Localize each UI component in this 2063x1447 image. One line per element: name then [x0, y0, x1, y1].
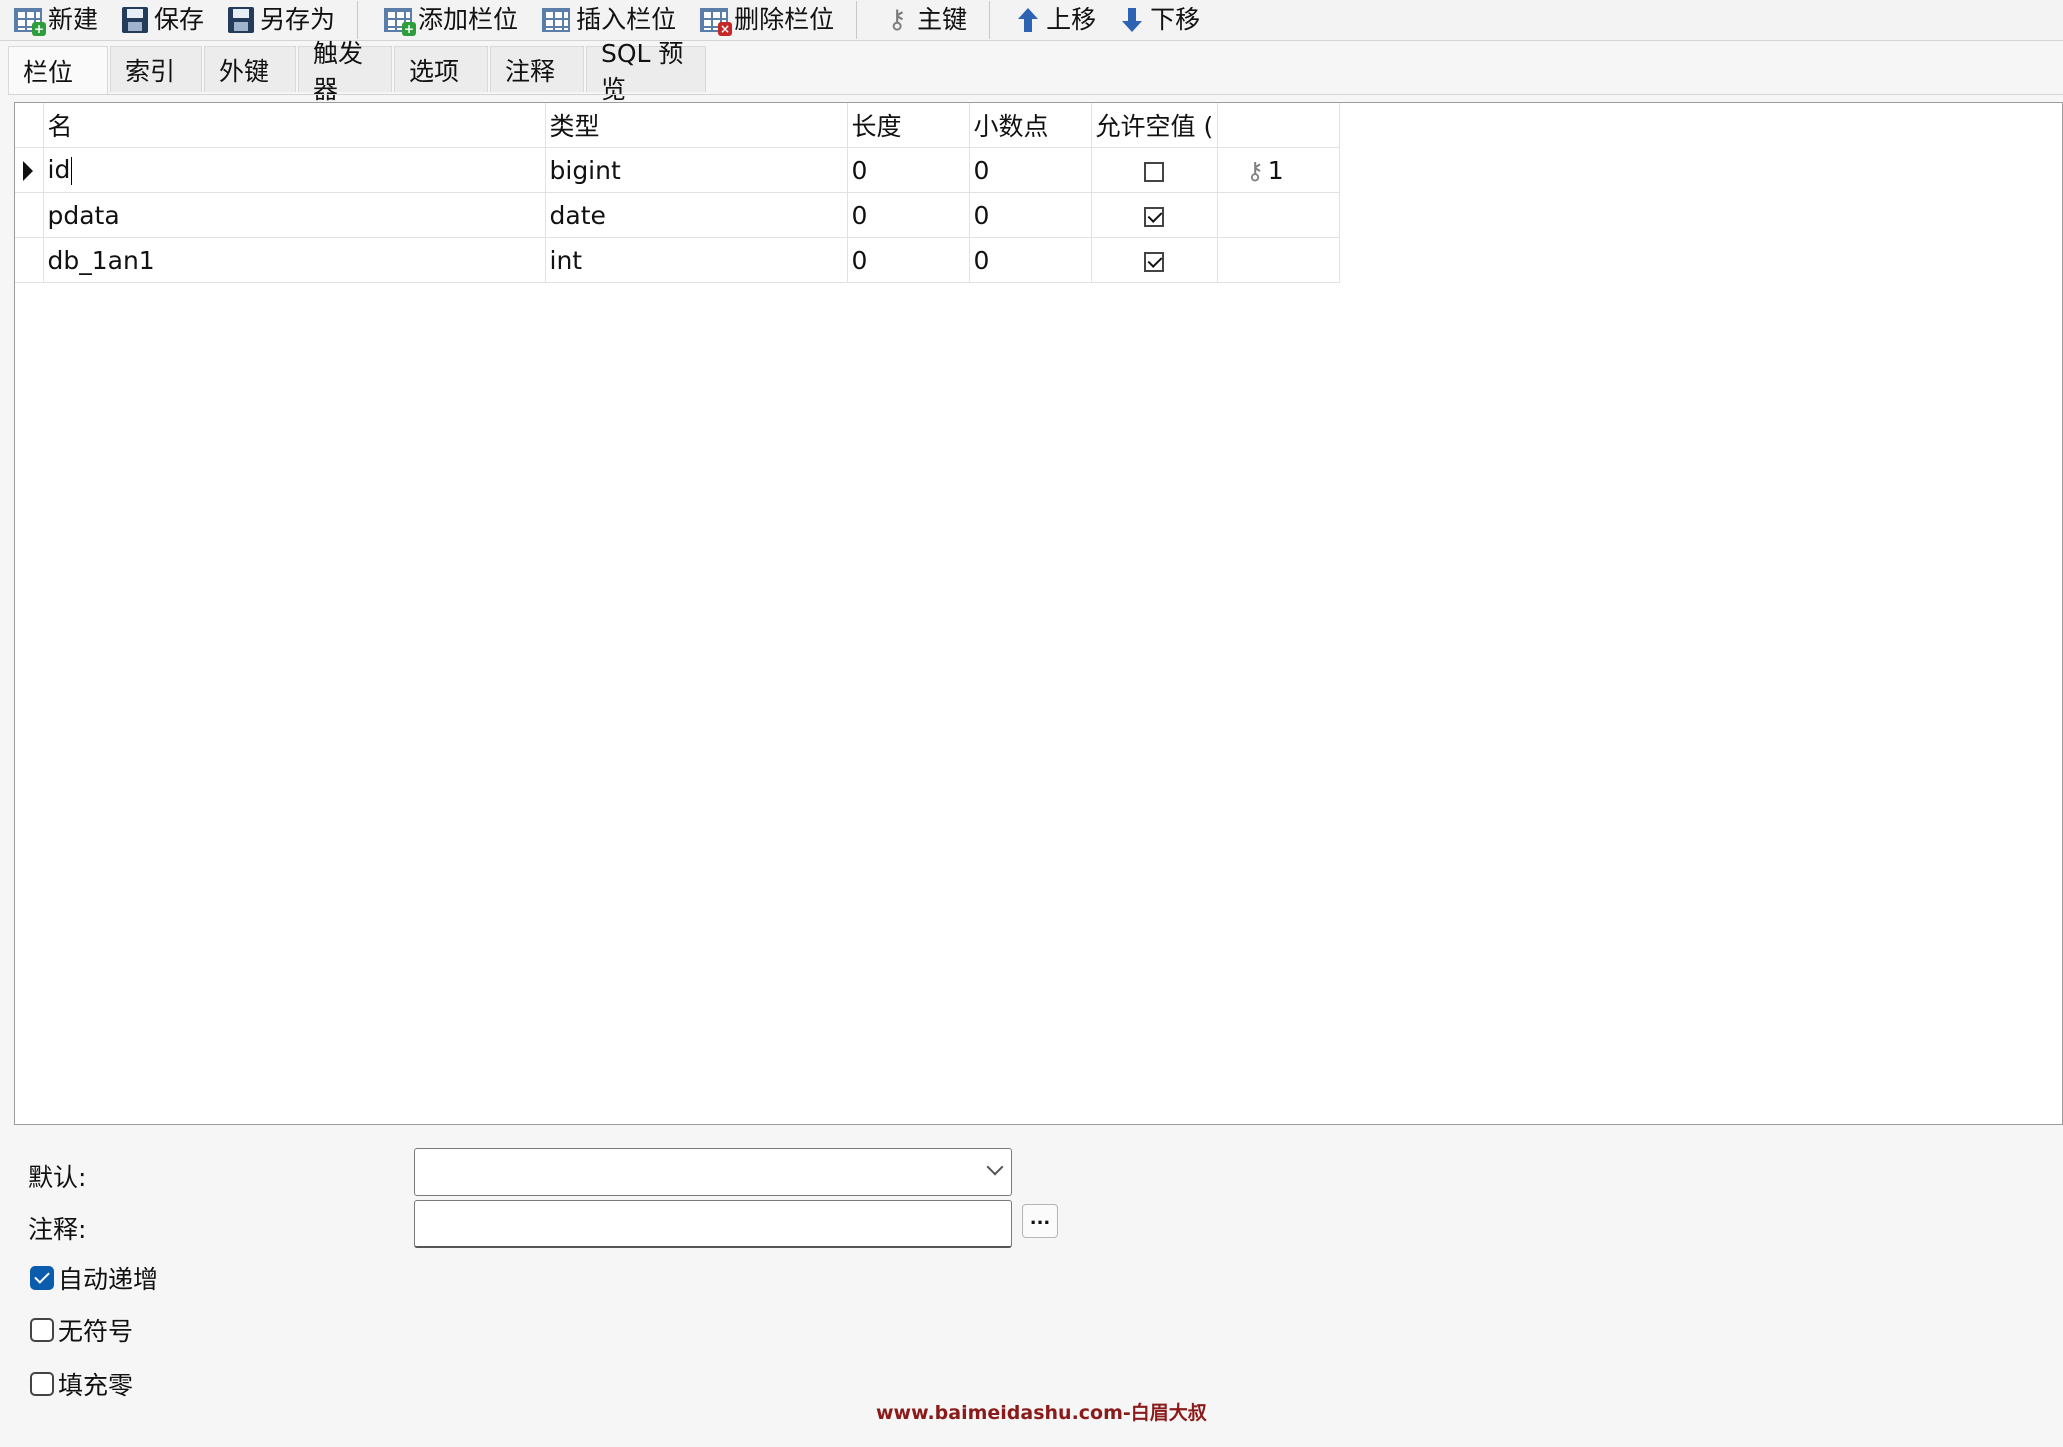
column-header-length[interactable]: 长度 [847, 103, 970, 148]
auto-increment-option[interactable]: 自动递增 [30, 1260, 158, 1296]
primary-key-icon: ⚷ [1246, 156, 1264, 185]
default-combobox[interactable] [414, 1148, 1012, 1196]
nullable-checkbox[interactable] [1144, 251, 1165, 272]
field-key-cell[interactable] [1217, 192, 1341, 238]
nullable-checkbox[interactable] [1144, 206, 1165, 227]
key-icon: ⚷ [887, 5, 907, 35]
move-down-label: 下移 [1150, 5, 1201, 34]
fields-table: 名 类型 长度 小数点 允许空值 ( id bigint 0 0 ⚷ 1 pdat… [15, 103, 1341, 283]
table-row[interactable]: pdata date 0 0 [15, 192, 1341, 238]
field-type-cell[interactable]: int [545, 237, 848, 283]
watermark-text: www.baimeidashu.com-白眉大叔 [876, 1402, 1207, 1424]
field-name-cell[interactable]: pdata [43, 192, 546, 238]
comment-label: 注释: [28, 1215, 87, 1244]
field-type-cell[interactable]: bigint [545, 147, 848, 193]
tab-divider [8, 94, 2063, 95]
insert-field-label: 插入栏位 [576, 5, 677, 34]
tab-foreign-keys[interactable]: 外键 [204, 46, 296, 92]
field-name-cell[interactable]: id [43, 147, 546, 193]
field-type-cell[interactable]: date [545, 192, 848, 238]
field-decimals-cell[interactable]: 0 [969, 192, 1092, 238]
tab-triggers[interactable]: 触发器 [298, 39, 392, 104]
table-row[interactable]: db_1an1 int 0 0 [15, 237, 1341, 283]
delete-field-button[interactable]: × 删除栏位 [686, 0, 844, 40]
primary-key-order: 1 [1267, 155, 1284, 185]
primary-key-button[interactable]: ⚷ 主键 [869, 0, 977, 40]
delete-field-label: 删除栏位 [734, 5, 835, 34]
new-button[interactable]: + 新建 [0, 0, 108, 40]
field-nullable-cell [1091, 237, 1219, 283]
arrow-up-icon [1018, 8, 1039, 32]
tab-fields[interactable]: 栏位 [8, 46, 108, 95]
auto-increment-checkbox[interactable] [30, 1266, 54, 1290]
move-up-button[interactable]: 上移 [1002, 0, 1106, 40]
tab-bar: 栏位 索引 外键 触发器 选项 注释 SQL 预览 [8, 39, 708, 104]
comment-input[interactable] [414, 1200, 1012, 1248]
zerofill-option[interactable]: 填充零 [30, 1366, 133, 1402]
field-decimals-cell[interactable]: 0 [969, 147, 1092, 193]
field-length-cell[interactable]: 0 [847, 147, 970, 193]
tab-options[interactable]: 选项 [394, 46, 488, 92]
field-key-cell[interactable] [1217, 237, 1341, 283]
save-icon [122, 7, 149, 33]
save-label: 保存 [154, 5, 205, 34]
add-field-label: 添加栏位 [418, 5, 519, 34]
toolbar-divider [856, 1, 858, 39]
field-nullable-cell [1091, 192, 1219, 238]
zerofill-label: 填充零 [58, 1371, 134, 1400]
auto-increment-label: 自动递增 [58, 1265, 159, 1294]
field-length-cell[interactable]: 0 [847, 192, 970, 238]
text-cursor [71, 157, 73, 185]
column-header-nullable[interactable]: 允许空值 ( [1091, 103, 1219, 148]
column-header-decimals[interactable]: 小数点 [969, 103, 1092, 148]
header-row: 名 类型 长度 小数点 允许空值 ( [15, 103, 1341, 148]
tab-indexes[interactable]: 索引 [110, 46, 202, 92]
table-row[interactable]: id bigint 0 0 ⚷ 1 [15, 147, 1341, 193]
field-decimals-cell[interactable]: 0 [969, 237, 1092, 283]
field-name: id [47, 155, 71, 184]
field-key-cell[interactable]: ⚷ 1 [1217, 147, 1341, 193]
field-length-cell[interactable]: 0 [847, 237, 970, 283]
comment-ellipsis-button[interactable]: ... [1022, 1204, 1058, 1238]
save-button[interactable]: 保存 [108, 0, 214, 40]
fields-grid: 名 类型 长度 小数点 允许空值 ( id bigint 0 0 ⚷ 1 pdat… [14, 102, 2063, 1125]
unsigned-label: 无符号 [58, 1317, 134, 1346]
row-selector[interactable] [15, 192, 44, 238]
column-header-name[interactable]: 名 [43, 103, 546, 148]
delete-field-icon: × [700, 8, 733, 36]
arrow-down-icon [1122, 8, 1143, 32]
toolbar: + 新建 保存 另存为 + 添加栏位 插入栏位 × 删除栏位 ⚷ 主键 上移 下… [0, 0, 2063, 41]
field-properties: 默认: 注释: ... 自动递增 无符号 填充零 [28, 1140, 1328, 1440]
row-selector-header [15, 103, 44, 148]
toolbar-divider [989, 1, 991, 39]
add-field-icon: + [384, 8, 417, 36]
field-name-cell[interactable]: db_1an1 [43, 237, 546, 283]
row-selector[interactable] [15, 237, 44, 283]
unsigned-checkbox[interactable] [30, 1318, 54, 1342]
nullable-checkbox[interactable] [1144, 161, 1165, 182]
chevron-down-icon [986, 1158, 1004, 1176]
unsigned-option[interactable]: 无符号 [30, 1312, 133, 1348]
zerofill-checkbox[interactable] [30, 1372, 54, 1396]
save-as-icon [228, 7, 255, 33]
default-label: 默认: [28, 1163, 87, 1192]
new-label: 新建 [48, 5, 99, 34]
current-row-indicator-icon [23, 161, 33, 181]
add-field-button[interactable]: + 添加栏位 [370, 0, 528, 40]
row-selector[interactable] [15, 147, 44, 193]
column-header-key[interactable] [1217, 103, 1341, 148]
insert-field-icon [542, 8, 571, 32]
column-header-type[interactable]: 类型 [545, 103, 848, 148]
new-table-icon: + [14, 8, 46, 36]
move-down-button[interactable]: 下移 [1106, 0, 1210, 40]
tab-sql-preview[interactable]: SQL 预览 [586, 39, 706, 104]
primary-key-label: 主键 [917, 5, 968, 34]
save-as-label: 另存为 [260, 5, 336, 34]
move-up-label: 上移 [1046, 5, 1097, 34]
tab-comment[interactable]: 注释 [490, 46, 584, 92]
field-nullable-cell [1091, 147, 1219, 193]
